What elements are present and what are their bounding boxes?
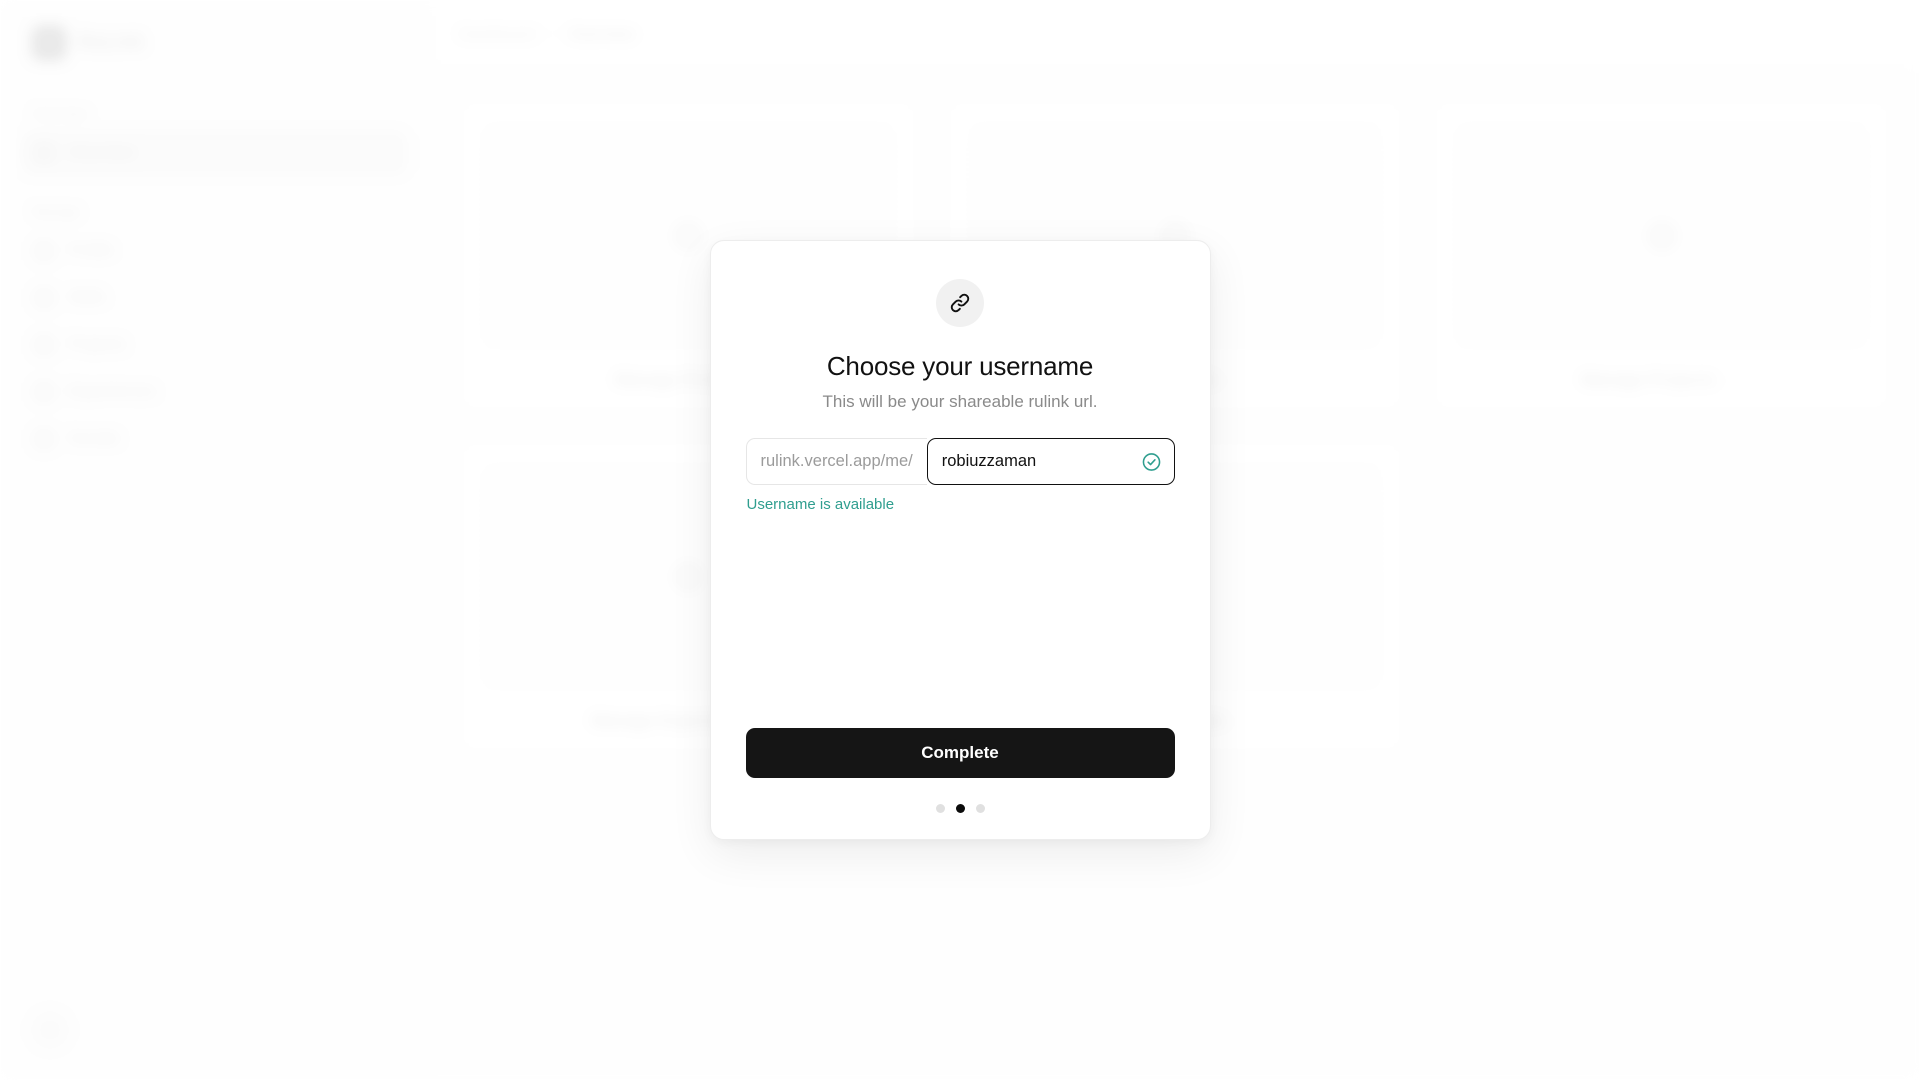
complete-button[interactable]: Complete (745, 728, 1175, 778)
choose-username-modal: Choose your username This will be your s… (709, 240, 1211, 840)
circle-check-icon (1141, 451, 1162, 472)
url-prefix-label: rulink.vercel.app/me/ (745, 438, 927, 485)
page-title: Choose your username (826, 351, 1094, 381)
link-icon (936, 279, 984, 327)
step-indicator (935, 804, 985, 813)
step-dot-1[interactable] (935, 804, 945, 813)
modal-overlay: Choose your username This will be your s… (0, 0, 1920, 1080)
username-availability-hint: Username is available (746, 496, 895, 513)
username-input-wrapper[interactable] (926, 438, 1175, 485)
username-input[interactable] (927, 439, 1174, 484)
modal-subtitle: This will be your shareable rulink url. (822, 392, 1098, 411)
username-field-row: rulink.vercel.app/me/ (745, 438, 1175, 485)
step-dot-3[interactable] (975, 804, 985, 813)
step-dot-2[interactable] (955, 804, 965, 813)
